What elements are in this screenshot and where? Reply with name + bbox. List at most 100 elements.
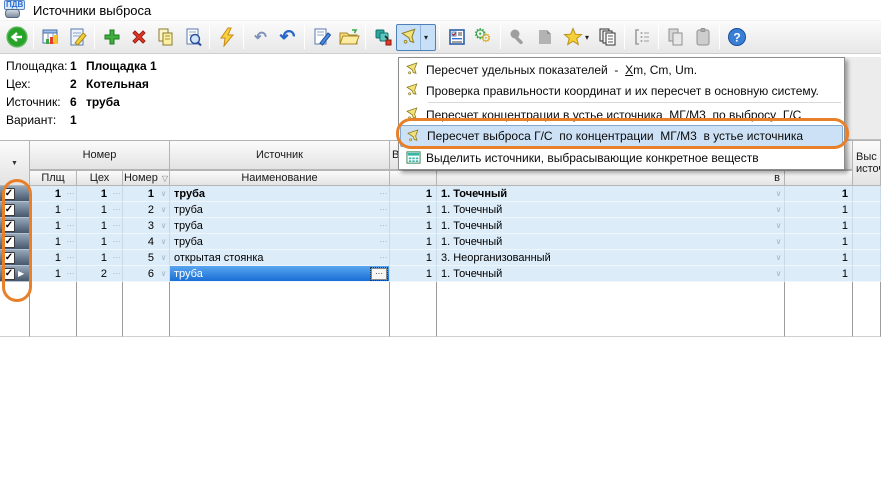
open-folder-button[interactable]	[335, 24, 362, 51]
column-header-count[interactable]	[785, 170, 853, 186]
cell-count[interactable]: 1	[785, 234, 853, 250]
cell-name[interactable]: открытая стоянка⋯	[170, 250, 390, 266]
cell-num[interactable]: 2∨	[123, 202, 170, 218]
cell-height[interactable]	[853, 186, 881, 202]
preview-button[interactable]	[179, 24, 206, 51]
add-button[interactable]	[98, 24, 125, 51]
cell-variant[interactable]: 1	[390, 250, 437, 266]
menu-item-recalc-specific[interactable]: Пересчет удельных показателей - Xm, Cm, …	[400, 59, 843, 80]
menu-item-check-coordinates[interactable]: Проверка правильности координат и их пер…	[400, 80, 843, 101]
menu-item-select-sources[interactable]: Выделить источники, выбрасывающие конкре…	[400, 147, 843, 168]
filter-dropdown-arrow-icon[interactable]: ▾	[420, 25, 432, 50]
copy-pages-button[interactable]	[662, 24, 689, 51]
cell-num[interactable]: 3∨	[123, 218, 170, 234]
cell-num[interactable]: 5∨	[123, 250, 170, 266]
column-header-num[interactable]: Номер ▽	[123, 170, 170, 186]
key-button[interactable]	[504, 24, 531, 51]
checkbox-check-icon: ✓	[3, 268, 15, 280]
row-select-checkbox[interactable]: ✓	[0, 186, 30, 202]
column-header-ceh[interactable]: Цех	[77, 170, 123, 186]
cell-plq[interactable]: 1⋯	[30, 186, 77, 202]
list-outline-button[interactable]	[628, 24, 655, 51]
copy-button[interactable]	[152, 24, 179, 51]
help-button[interactable]: ?	[723, 24, 750, 51]
row-select-checkbox[interactable]: ✓	[0, 250, 30, 266]
cell-plq[interactable]: 1⋯	[30, 202, 77, 218]
column-header-variant[interactable]	[390, 170, 437, 186]
cell-height[interactable]	[853, 218, 881, 234]
undo-button[interactable]: ↶	[274, 24, 301, 51]
cell-num[interactable]: 1∨	[123, 186, 170, 202]
transfer-button[interactable]	[369, 24, 396, 51]
cell-ceh[interactable]: 1⋯	[77, 234, 123, 250]
cell-count[interactable]: 1	[785, 202, 853, 218]
cell-name[interactable]: труба⋯	[170, 234, 390, 250]
cell-ceh[interactable]: 1⋯	[77, 250, 123, 266]
cell-name[interactable]: труба⋯	[170, 202, 390, 218]
cell-height[interactable]	[853, 202, 881, 218]
cell-name[interactable]: труба···	[170, 266, 390, 282]
cell-variant[interactable]: 1	[390, 266, 437, 282]
paste-button[interactable]	[689, 24, 716, 51]
cell-type[interactable]: 1. Точечный∨	[437, 218, 785, 234]
cell-type[interactable]: 1. Точечный∨	[437, 234, 785, 250]
info-label: Цех:	[6, 77, 70, 91]
menu-item-recalc-emission[interactable]: Пересчет выброса Г/С по концентрации МГ/…	[400, 125, 843, 147]
delete-button[interactable]	[125, 24, 152, 51]
cell-ceh[interactable]: 1⋯	[77, 186, 123, 202]
cell-num[interactable]: 6∨	[123, 266, 170, 282]
cell-count[interactable]: 1	[785, 218, 853, 234]
lightning-button[interactable]	[213, 24, 240, 51]
select-all-header[interactable]: ▼	[0, 140, 30, 186]
ellipsis-button[interactable]: ···	[371, 268, 387, 280]
cell-ceh[interactable]: 1⋯	[77, 202, 123, 218]
back-button[interactable]	[3, 24, 30, 51]
cell-count[interactable]: 1	[785, 186, 853, 202]
cell-type[interactable]: 1. Точечный∨	[437, 266, 785, 282]
edit-card-icon	[68, 27, 88, 47]
cell-ceh[interactable]: 1⋯	[77, 218, 123, 234]
edit-doc-button[interactable]	[308, 24, 335, 51]
cell-plq[interactable]: 1⋯	[30, 218, 77, 234]
copies-button[interactable]	[594, 24, 621, 51]
group-header-source[interactable]: Источник	[170, 140, 390, 170]
cell-name[interactable]: труба⋯	[170, 218, 390, 234]
row-select-checkbox[interactable]: ✓	[0, 234, 30, 250]
cell-variant[interactable]: 1	[390, 234, 437, 250]
cell-plq[interactable]: 1⋯	[30, 234, 77, 250]
cell-plq[interactable]: 1⋯	[30, 250, 77, 266]
row-select-checkbox[interactable]: ✓▶	[0, 266, 30, 282]
favorites-button[interactable]: ▾	[558, 24, 594, 51]
cell-type[interactable]: 3. Неорганизованный∨	[437, 250, 785, 266]
cell-ceh[interactable]: 2⋯	[77, 266, 123, 282]
group-header-number[interactable]: Номер	[30, 140, 170, 170]
form-options-button[interactable]	[443, 24, 470, 51]
cell-plq[interactable]: 1⋯	[30, 266, 77, 282]
cell-count[interactable]: 1	[785, 266, 853, 282]
cell-variant[interactable]: 1	[390, 186, 437, 202]
undo-small-button[interactable]: ↶	[247, 24, 274, 51]
column-header-type[interactable]: в	[437, 170, 785, 186]
favorites-dropdown-arrow-icon[interactable]: ▾	[585, 33, 589, 42]
cell-height[interactable]	[853, 250, 881, 266]
column-header-plq[interactable]: Плщ	[30, 170, 77, 186]
cell-variant[interactable]: 1	[390, 202, 437, 218]
gears-button[interactable]: ⚙ ⚙	[470, 24, 497, 51]
column-header-name[interactable]: Наименование	[170, 170, 390, 186]
cell-num[interactable]: 4∨	[123, 234, 170, 250]
blank-page-button[interactable]	[531, 24, 558, 51]
cell-height[interactable]	[853, 266, 881, 282]
column-header-height[interactable]: Выс источ	[853, 140, 881, 186]
row-select-checkbox[interactable]: ✓	[0, 202, 30, 218]
filter-button[interactable]: ▾	[396, 24, 436, 51]
cell-variant[interactable]: 1	[390, 218, 437, 234]
edit-card-button[interactable]	[64, 24, 91, 51]
cell-height[interactable]	[853, 234, 881, 250]
cell-type[interactable]: 1. Точечный∨	[437, 186, 785, 202]
report-table-button[interactable]	[37, 24, 64, 51]
menu-item-recalc-concentration[interactable]: Пересчет концентрации в устье источника …	[400, 104, 843, 125]
cell-type[interactable]: 1. Точечный∨	[437, 202, 785, 218]
cell-count[interactable]: 1	[785, 250, 853, 266]
cell-name[interactable]: труба⋯	[170, 186, 390, 202]
row-select-checkbox[interactable]: ✓	[0, 218, 30, 234]
